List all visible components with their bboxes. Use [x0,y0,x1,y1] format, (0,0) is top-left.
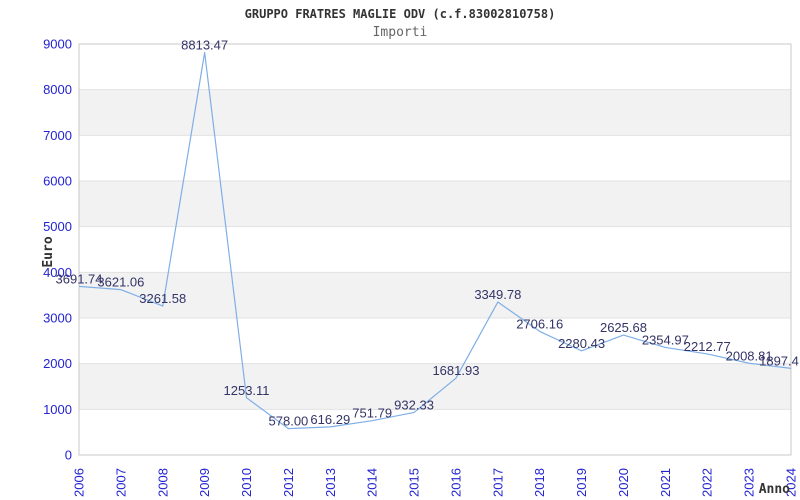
x-tick-label: 2010 [239,468,254,497]
point-value-label: 1897.4 [759,353,799,368]
y-axis-title: Euro [41,236,56,267]
x-tick-label: 2018 [532,468,547,497]
y-tick-label: 1000 [43,402,72,417]
plot-band [79,181,791,227]
y-tick-label: 7000 [43,128,72,143]
y-tick-label: 6000 [43,174,72,189]
y-tick-label: 8000 [43,82,72,97]
point-value-label: 8813.47 [181,38,228,53]
x-tick-label: 2013 [323,468,338,497]
point-value-label: 616.29 [310,412,350,427]
point-value-label: 3261.58 [139,291,186,306]
x-tick-label: 2014 [365,468,380,497]
x-tick-label: 2015 [407,468,422,497]
y-tick-label: 5000 [43,219,72,234]
x-tick-label: 2021 [658,468,673,497]
x-tick-label: 2017 [490,468,505,497]
x-tick-label: 2012 [281,468,296,497]
x-tick-label: 2022 [700,468,715,497]
point-value-label: 932.33 [394,397,434,412]
y-tick-label: 9000 [43,37,72,52]
point-value-label: 578.00 [269,414,309,429]
point-value-label: 3621.06 [97,275,144,290]
y-tick-label: 3000 [43,311,72,326]
point-value-label: 3349.78 [474,287,521,302]
point-value-label: 1681.93 [432,363,479,378]
x-tick-label: 2008 [155,468,170,497]
y-tick-label: 2000 [43,356,72,371]
point-value-label: 751.79 [352,406,392,421]
point-value-label: 2354.97 [642,332,689,347]
x-tick-label: 2023 [742,468,757,497]
point-value-label: 2280.43 [558,336,605,351]
x-axis-title: Anno [759,482,790,497]
plot-alternating-bands [79,89,791,410]
chart-container: GRUPPO FRATRES MAGLIE ODV (c.f.830028107… [0,0,800,500]
point-value-label: 2625.68 [600,320,647,335]
horizontal-gridlines [79,89,791,410]
point-value-label: 3691.74 [56,271,103,286]
x-tick-label: 2019 [574,468,589,497]
point-value-label: 1253.11 [224,383,270,398]
point-value-label: 2706.16 [516,316,563,331]
y-tick-label: 0 [65,448,72,463]
x-tick-label: 2009 [197,468,212,497]
x-tick-label: 2006 [72,468,87,497]
plot-band [79,89,791,136]
x-tick-label: 2007 [113,468,128,497]
x-tick-label: 2020 [616,468,631,497]
x-tick-label: 2016 [448,468,463,497]
line-chart: 0100020003000400050006000700080009000 20… [41,37,799,498]
x-axis-tick-labels: 2006 2007 2008 2009 2010 2012 2013 2014 2015 2016… [72,468,799,497]
point-value-label: 2212.77 [684,339,731,354]
